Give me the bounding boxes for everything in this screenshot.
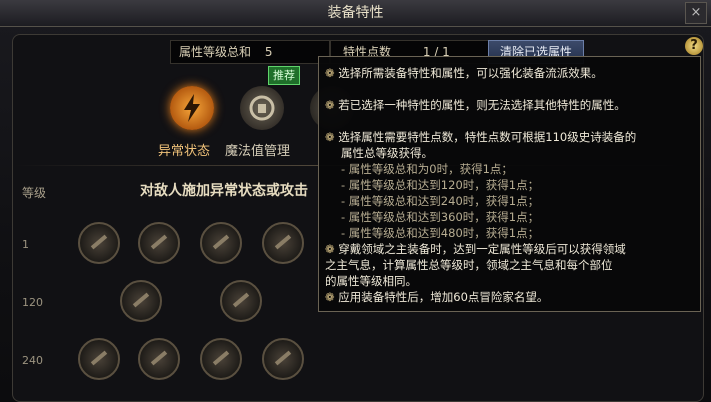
bullet-icon: ❁ <box>325 66 339 80</box>
skill-slot-icon[interactable] <box>138 222 180 264</box>
tooltip-line: 属性总等级获得。 <box>341 146 433 160</box>
tooltip-subline: - 属性等级总和达到120时，获得1点； <box>341 178 540 192</box>
tooltip-subline: - 属性等级总和达到240时，获得1点； <box>341 194 540 208</box>
skill-slot-icon[interactable] <box>78 338 120 380</box>
tooltip-line: ❁ 若已选择一种特性的属性，则无法选择其他特性的属性。 <box>325 98 626 112</box>
level-column-header: 等级 <box>22 186 47 200</box>
skill-slot-icon[interactable] <box>220 280 262 322</box>
tooltip-line: ❁ 应用装备特性后，增加60点冒险家名望。 <box>325 290 549 304</box>
trait-help-tooltip: ❁ 选择所需装备特性和属性，可以强化装备流派效果。 ❁ 若已选择一种特性的属性，… <box>318 56 701 312</box>
close-button[interactable]: × <box>685 2 707 24</box>
attribute-total-label: 属性等级总和 <box>179 45 252 59</box>
bullet-icon: ❁ <box>325 130 339 144</box>
mana-management-icon[interactable] <box>240 86 284 130</box>
skill-slot-icon[interactable] <box>262 222 304 264</box>
level-label-120: 120 <box>22 296 43 309</box>
recommend-badge: 推荐 <box>268 66 300 85</box>
level-label-240: 240 <box>22 354 43 367</box>
lightning-icon <box>184 94 200 122</box>
skill-slot-icon[interactable] <box>200 338 242 380</box>
tooltip-subline: - 属性等级总和达到360时，获得1点； <box>341 210 540 224</box>
tooltip-line: 之主气息，计算属性总等级时，领域之主气息和每个部位 <box>325 258 613 272</box>
attribute-total-box: 属性等级总和 5 <box>170 40 330 64</box>
category-label-abnormal: 异常状态 <box>158 144 211 159</box>
level-label-1: 1 <box>22 238 29 251</box>
skill-slot-icon[interactable] <box>138 338 180 380</box>
tooltip-subline: - 属性等级总和为0时，获得1点； <box>341 162 513 176</box>
abnormal-status-icon[interactable] <box>170 86 214 130</box>
skill-slot-icon[interactable] <box>262 338 304 380</box>
tooltip-line: 的属性等级相同。 <box>325 274 417 288</box>
skill-slot-icon[interactable] <box>78 222 120 264</box>
attribute-total-value: 5 <box>264 45 273 59</box>
tooltip-line: ❁ 选择所需装备特性和属性，可以强化装备流派效果。 <box>325 66 603 80</box>
title-bar: 装备特性 × <box>0 0 711 27</box>
window-title: 装备特性 <box>327 5 384 21</box>
tooltip-subline: - 属性等级总和达到480时，获得1点； <box>341 226 540 240</box>
bullet-icon: ❁ <box>325 98 339 112</box>
row-title: 对敌人施加异常状态或攻击 <box>140 183 308 199</box>
gear-shield-icon <box>249 95 275 121</box>
category-label-mana: 魔法值管理 <box>225 144 291 159</box>
skill-slot-icon[interactable] <box>200 222 242 264</box>
bullet-icon: ❁ <box>325 242 339 256</box>
help-icon[interactable]: ? <box>685 37 703 55</box>
skill-slot-icon[interactable] <box>120 280 162 322</box>
bullet-icon: ❁ <box>325 290 339 304</box>
tooltip-line: ❁ 穿戴领域之主装备时，达到一定属性等级后可以获得领域 <box>325 242 626 256</box>
tooltip-line: ❁ 选择属性需要特性点数，特性点数可根据110级史诗装备的 <box>325 130 637 144</box>
equipment-traits-window: 装备特性 × 属性等级总和 5 特性点数 1 / 1 清除已选属性 ? 异常状态… <box>0 0 711 402</box>
